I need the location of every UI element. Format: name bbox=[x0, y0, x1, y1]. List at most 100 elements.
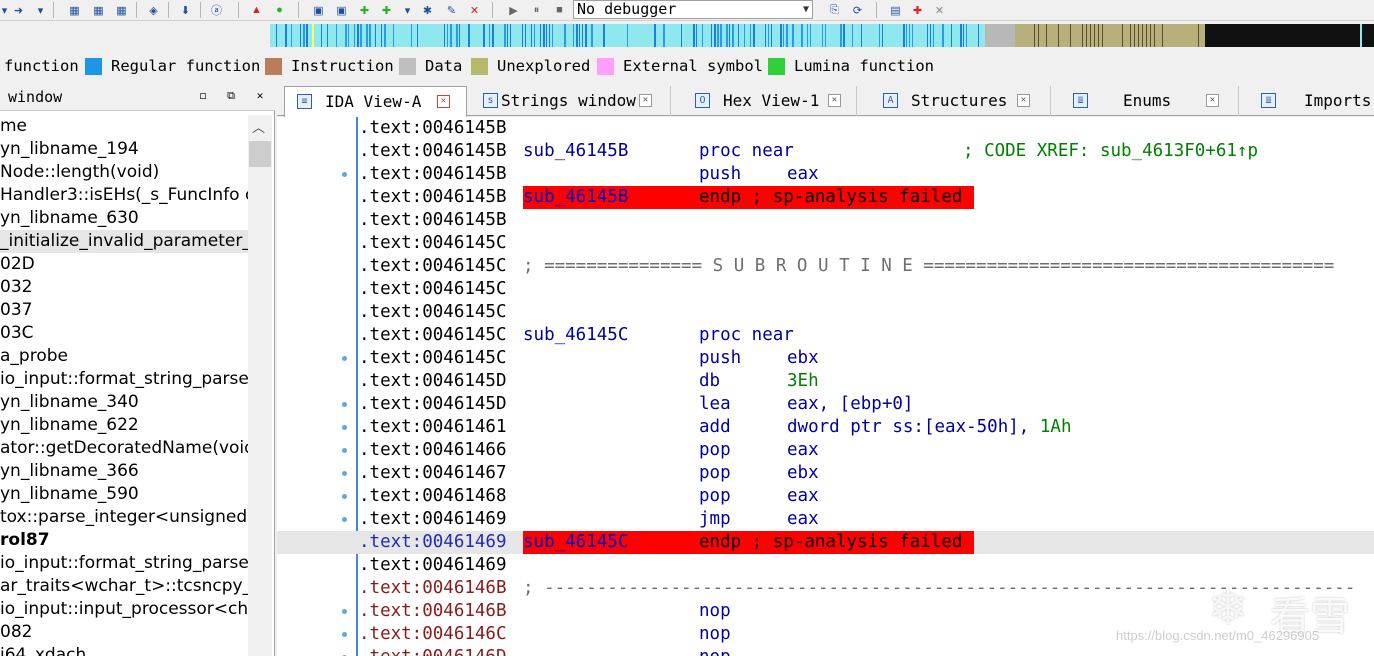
disasm-label[interactable]: sub_46145C bbox=[523, 324, 628, 347]
disasm-address[interactable]: .text:0046145D bbox=[359, 393, 507, 416]
function-list-item[interactable]: 032 bbox=[0, 276, 248, 299]
refresh-icon[interactable]: ⟳ bbox=[849, 2, 866, 18]
function-list-item[interactable]: 03C bbox=[0, 322, 248, 345]
restore-icon[interactable]: ⧉ bbox=[224, 89, 238, 103]
disasm-line[interactable]: .text:00461469 jmp eax bbox=[277, 508, 1374, 531]
disasm-address[interactable]: .text:0046146B bbox=[359, 577, 507, 600]
disasm-label[interactable]: sub_46145C bbox=[523, 531, 628, 554]
run-circle-icon[interactable]: ● bbox=[271, 2, 288, 18]
disasm-operand[interactable]: eax bbox=[787, 508, 819, 531]
add2-icon[interactable]: ✚ bbox=[378, 2, 395, 18]
function-list-item[interactable]: yn_libname_630 bbox=[0, 207, 248, 230]
disasm-line[interactable]: .text:0046145B push eax bbox=[277, 163, 1374, 186]
disasm-line[interactable]: .text:00461466 pop eax bbox=[277, 439, 1374, 462]
add-icon[interactable]: ✚ bbox=[356, 2, 373, 18]
disasm-operand[interactable]: eax, [ebp+0] bbox=[787, 393, 913, 416]
tab-close-icon[interactable]: ✕ bbox=[639, 94, 652, 107]
disasm-mnemonic[interactable]: add bbox=[699, 416, 731, 439]
disasm-address[interactable]: .text:0046146B bbox=[359, 600, 507, 623]
function-list-item[interactable]: 02D bbox=[0, 253, 248, 276]
disasm-mnemonic[interactable]: pop bbox=[699, 485, 731, 508]
disasm-mnemonic[interactable]: proc near bbox=[699, 140, 794, 163]
disasm-label[interactable]: sub_46145B bbox=[523, 140, 628, 163]
disasm-operand[interactable]: 3Eh bbox=[787, 370, 819, 393]
string-icon[interactable]: ⓐ bbox=[208, 2, 225, 18]
function-list-item[interactable]: Handler3::isEHs(_s_FuncInfo c bbox=[0, 184, 248, 207]
settings-icon[interactable]: ✱ bbox=[419, 2, 436, 18]
function-list-item[interactable]: i64_xdach bbox=[0, 644, 248, 656]
function-list-item[interactable]: yn_libname_590 bbox=[0, 483, 248, 506]
disasm-operand[interactable]: eax bbox=[787, 163, 819, 186]
disasm-mnemonic[interactable]: push bbox=[699, 347, 741, 370]
disasm-address[interactable]: .text:0046145B bbox=[359, 186, 507, 209]
disasm-address[interactable]: .text:0046145C bbox=[359, 324, 507, 347]
disasm-address[interactable]: .text:00461469 bbox=[359, 531, 507, 554]
disasm-label[interactable]: sub_46145B bbox=[523, 186, 628, 209]
disasm-line[interactable]: .text:0046145B bbox=[277, 209, 1374, 232]
disasm-address[interactable]: .text:0046145C bbox=[359, 232, 507, 255]
function-list-item[interactable]: 037 bbox=[0, 299, 248, 322]
tab-hex-view-1[interactable]: O Hex View-1 ✕ bbox=[683, 86, 857, 116]
disasm-line[interactable]: .text:00461467 pop ebx bbox=[277, 462, 1374, 485]
disasm-line[interactable]: .text:0046145B sub_46145B proc near ; CODE … bbox=[277, 140, 1374, 163]
tab-enums[interactable]: ≣ Enums ✕ bbox=[1061, 86, 1239, 116]
function-list-item[interactable]: yn_libname_622 bbox=[0, 414, 248, 437]
disasm-line[interactable]: .text:00461469 sub_46145C endp ; sp-analys… bbox=[277, 531, 1374, 554]
function-list-item[interactable]: io_input::format_string_parser< bbox=[0, 368, 248, 391]
forward-arrow-icon[interactable]: ➜ bbox=[10, 2, 27, 18]
disasm-mnemonic[interactable]: pop bbox=[699, 439, 731, 462]
disasm-operand[interactable]: ebx bbox=[787, 347, 819, 370]
scroll-up-icon[interactable]: ︿ bbox=[252, 117, 265, 136]
pause-icon[interactable]: ⏸ bbox=[528, 2, 545, 18]
function-list-item-selected[interactable]: _initialize_invalid_parameter_h bbox=[0, 230, 248, 253]
navigation-band-strip[interactable] bbox=[270, 24, 1374, 47]
disasm-address[interactable]: .text:00461469 bbox=[359, 508, 507, 531]
disasm-line[interactable]: .text:00461469 bbox=[277, 554, 1374, 577]
disasm-line[interactable]: .text:0046145B sub_46145B endp ; sp-analys… bbox=[277, 186, 1374, 209]
disasm-comment[interactable]: ; CODE XREF: sub_4613F0+61↑p bbox=[963, 140, 1258, 163]
debugger-select[interactable]: No debugger ▼ bbox=[573, 0, 813, 19]
disasm-line[interactable]: .text:0046145B bbox=[277, 117, 1374, 140]
function-list-item[interactable]: io_input::format_string_parser< bbox=[0, 552, 248, 575]
disasm-address[interactable]: .text:00461468 bbox=[359, 485, 507, 508]
disasm-line[interactable]: .text:0046145C bbox=[277, 278, 1374, 301]
disasm-operand[interactable]: dword ptr ss:[eax-50h], 1Ah bbox=[787, 416, 1071, 439]
disasm-operand[interactable]: ebx bbox=[787, 462, 819, 485]
disasm-line[interactable]: .text:0046145C push ebx bbox=[277, 347, 1374, 370]
trace-icon[interactable]: ✚ bbox=[909, 2, 926, 18]
breakpoint-icon[interactable]: ▤ bbox=[887, 2, 904, 18]
attach-icon[interactable]: ⎘ bbox=[826, 2, 843, 18]
disassembly-view[interactable]: .text:0046145B .text:0046145B sub_46145B pr… bbox=[277, 117, 1374, 656]
disasm-address[interactable]: .text:0046145C bbox=[359, 255, 507, 278]
data-icon[interactable]: ▣ bbox=[333, 2, 350, 18]
disasm-address[interactable]: .text:0046145C bbox=[359, 347, 507, 370]
tab-close-icon[interactable]: ✕ bbox=[1206, 94, 1219, 107]
watch-icon[interactable]: ✕ bbox=[931, 2, 948, 18]
disasm-mnemonic[interactable]: proc near bbox=[699, 324, 794, 347]
disasm-address[interactable]: .text:0046145B bbox=[359, 117, 507, 140]
tab-ida-view-a[interactable]: ≡ IDA View-A ✕ bbox=[284, 86, 467, 117]
close-x-icon[interactable]: ✕ bbox=[466, 2, 483, 18]
tab-structures[interactable]: A Structures ✕ bbox=[871, 86, 1051, 116]
disasm-line[interactable]: .text:0046145C sub_46145C proc near bbox=[277, 324, 1374, 347]
disasm-address[interactable]: .text:0046145B bbox=[359, 209, 507, 232]
disasm-address[interactable]: .text:00461469 bbox=[359, 554, 507, 577]
disasm-mnemonic[interactable]: db bbox=[699, 370, 720, 393]
function-list-item[interactable]: Node::length(void) bbox=[0, 161, 248, 184]
tab-close-icon[interactable]: ✕ bbox=[437, 95, 450, 108]
disasm-operand[interactable]: eax bbox=[787, 485, 819, 508]
stop-icon[interactable]: ▲ bbox=[248, 2, 265, 18]
disasm-address[interactable]: .text:0046145B bbox=[359, 140, 507, 163]
tab-imports[interactable]: ≣ Imports bbox=[1249, 86, 1374, 116]
segment-icon[interactable]: ▦ bbox=[66, 2, 83, 18]
disasm-address[interactable]: .text:0046145D bbox=[359, 370, 507, 393]
function-list-item[interactable]: rol87 bbox=[0, 529, 248, 552]
disasm-address[interactable]: .text:0046145B bbox=[359, 163, 507, 186]
down-arrow-icon[interactable]: ⬇ bbox=[177, 2, 194, 18]
disasm-operand[interactable]: eax bbox=[787, 439, 819, 462]
disasm-address[interactable]: .text:0046145C bbox=[359, 278, 507, 301]
function-icon[interactable]: ▦ bbox=[90, 2, 107, 18]
disasm-address[interactable]: .text:0046146C bbox=[359, 623, 507, 646]
disasm-line[interactable]: .text:0046146D nop bbox=[277, 646, 1374, 656]
disasm-address[interactable]: .text:00461466 bbox=[359, 439, 507, 462]
